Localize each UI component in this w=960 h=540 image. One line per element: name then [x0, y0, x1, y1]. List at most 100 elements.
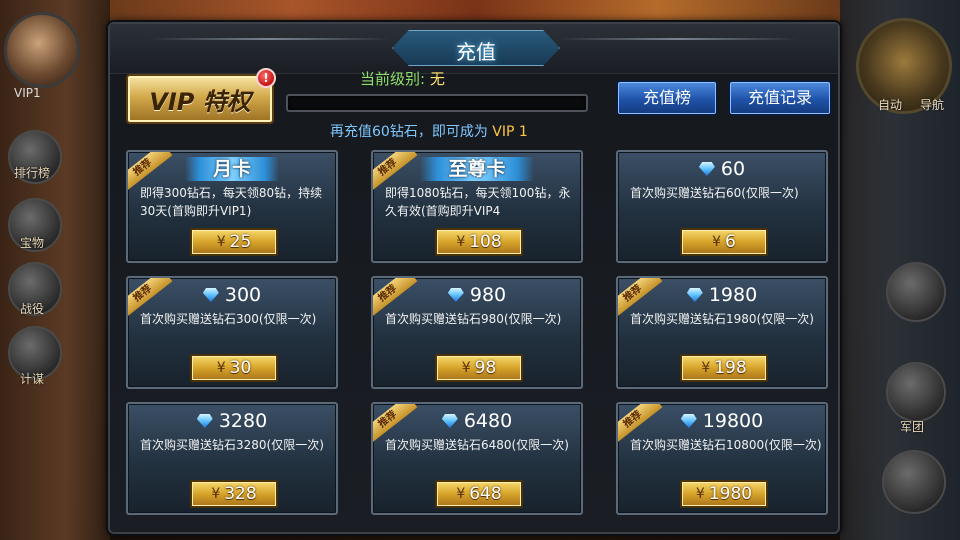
navigate-label: 导航 [919, 98, 944, 112]
diamond-icon [196, 414, 213, 428]
yen-icon: ¥ [712, 234, 722, 250]
treasure-label: 宝物 [20, 236, 45, 250]
buy-button[interactable]: ¥6 [680, 228, 768, 256]
recharge-card[interactable]: 推荐 980 首次购买赠送钻石980(仅限一次) ¥98 [371, 276, 583, 389]
card-header: 19800 [618, 408, 826, 434]
recharge-record-button[interactable]: 充值记录 [728, 80, 832, 116]
hint-vip: VIP 1 [492, 124, 528, 140]
price-value: 108 [469, 232, 502, 252]
card-header: 6480 [373, 408, 581, 434]
recharge-ranking-button[interactable]: 充值榜 [616, 80, 718, 116]
diamond-amount: 60 [720, 158, 746, 180]
vip-privilege-button[interactable]: VIP 特权 [126, 74, 274, 124]
card-description: 即得1080钻石，每天领100钻，永久有效(首购即升VIP4 [385, 186, 571, 218]
diamond-icon [447, 288, 464, 302]
yen-icon: ¥ [216, 360, 226, 376]
yen-icon: ¥ [211, 486, 221, 502]
diamond-amount: 300 [224, 284, 262, 306]
price-value: 198 [714, 358, 747, 378]
buy-button[interactable]: ¥108 [435, 228, 523, 256]
recharge-card[interactable]: 推荐 300 首次购买赠送钻石300(仅限一次) ¥30 [126, 276, 338, 389]
locked-slot-icon[interactable] [886, 262, 946, 322]
card-title: 至尊卡 [420, 157, 534, 181]
auto-label: 自动 [877, 98, 902, 112]
price-value: 30 [229, 358, 252, 378]
current-level: 当前级别: 无 [360, 68, 445, 89]
card-header: 月卡 [128, 156, 336, 182]
yen-icon: ¥ [695, 486, 705, 502]
diamond-icon [202, 288, 219, 302]
diamond-icon [686, 288, 703, 302]
vip-privilege-label: VIP 特权 [149, 87, 251, 116]
diamond-icon [698, 162, 715, 176]
yen-icon: ¥ [216, 234, 226, 250]
card-header: 300 [128, 282, 336, 308]
diamond-icon [441, 414, 458, 428]
vip-progress-bar [286, 94, 588, 112]
recharge-panel: 充值 VIP 特权 ! 当前级别: 无 再充值60钻石，即可成为 VIP 1 充… [108, 22, 840, 534]
card-description: 即得300钻石，每天领80钻，持续30天(首购即升VIP1) [140, 186, 323, 218]
strategy-label: 计谋 [20, 372, 45, 386]
current-level-value: 无 [429, 70, 445, 88]
price-value: 1980 [708, 484, 753, 504]
buy-button[interactable]: ¥198 [680, 354, 768, 382]
recharge-card[interactable]: 60 首次购买赠送钻石60(仅限一次) ¥6 [616, 150, 828, 263]
hint-text: 再充值60钻石，即可成为 [330, 124, 488, 140]
header-wing-left [150, 38, 390, 40]
card-header: 980 [373, 282, 581, 308]
buy-button[interactable]: ¥30 [190, 354, 278, 382]
yen-icon: ¥ [701, 360, 711, 376]
battle-label: 战役 [20, 302, 45, 316]
diamond-amount: 1980 [708, 284, 758, 306]
price-value: 328 [224, 484, 257, 504]
card-description: 首次购买赠送钻石3280(仅限一次) [140, 438, 324, 452]
header-wing-right [558, 38, 798, 40]
diamond-icon [680, 414, 697, 428]
current-level-label: 当前级别: [360, 70, 426, 88]
panel-title: 充值 [456, 40, 496, 64]
recharge-card[interactable]: 3280 首次购买赠送钻石3280(仅限一次) ¥328 [126, 402, 338, 515]
recharge-card[interactable]: 推荐 1980 首次购买赠送钻石1980(仅限一次) ¥198 [616, 276, 828, 389]
price-value: 98 [474, 358, 497, 378]
price-value: 25 [229, 232, 252, 252]
price-value: 6 [725, 232, 736, 252]
card-description: 首次购买赠送钻石10800(仅限一次) [630, 438, 822, 452]
auto-navigate-labels: 自动 导航 [878, 96, 944, 113]
army-label: 军团 [899, 420, 924, 434]
panel-header: 充值 [110, 24, 838, 74]
alert-icon: ! [256, 68, 276, 88]
card-header: 3280 [128, 408, 336, 434]
refresh-icon[interactable] [882, 450, 946, 514]
diamond-amount: 6480 [463, 410, 513, 432]
yen-icon: ¥ [461, 360, 471, 376]
recharge-options-grid: 推荐 月卡 即得300钻石，每天领80钻，持续30天(首购即升VIP1) ¥25 推荐至… [126, 150, 828, 515]
diamond-amount: 19800 [702, 410, 764, 432]
ranking-label: 排行榜 [14, 166, 51, 180]
card-title: 月卡 [184, 157, 279, 181]
buy-button[interactable]: ¥1980 [680, 480, 768, 508]
card-header: 至尊卡 [373, 156, 581, 182]
diamond-amount: 980 [469, 284, 507, 306]
recharge-card[interactable]: 推荐 至尊卡 即得1080钻石，每天领100钻，永久有效(首购即升VIP4 ¥108 [371, 150, 583, 263]
card-description: 首次购买赠送钻石300(仅限一次) [140, 312, 317, 326]
recharge-card[interactable]: 推荐 6480 首次购买赠送钻石6480(仅限一次) ¥648 [371, 402, 583, 515]
player-vip-level: VIP1 [14, 86, 41, 100]
yen-icon: ¥ [456, 486, 466, 502]
army-icon[interactable] [886, 362, 946, 422]
player-avatar[interactable] [4, 12, 80, 88]
buy-button[interactable]: ¥25 [190, 228, 278, 256]
card-description: 首次购买赠送钻石980(仅限一次) [385, 312, 562, 326]
recharge-card[interactable]: 推荐 19800 首次购买赠送钻石10800(仅限一次) ¥1980 [616, 402, 828, 515]
buy-button[interactable]: ¥328 [190, 480, 278, 508]
card-header: 1980 [618, 282, 826, 308]
card-description: 首次购买赠送钻石1980(仅限一次) [630, 312, 814, 326]
card-header: 60 [618, 156, 826, 182]
buy-button[interactable]: ¥98 [435, 354, 523, 382]
yen-icon: ¥ [456, 234, 466, 250]
recharge-card[interactable]: 推荐 月卡 即得300钻石，每天领80钻，持续30天(首购即升VIP1) ¥25 [126, 150, 338, 263]
price-value: 648 [469, 484, 502, 504]
card-description: 首次购买赠送钻石6480(仅限一次) [385, 438, 569, 452]
buy-button[interactable]: ¥648 [435, 480, 523, 508]
diamond-amount: 3280 [218, 410, 268, 432]
vip-upgrade-hint: 再充值60钻石，即可成为 VIP 1 [330, 121, 528, 141]
